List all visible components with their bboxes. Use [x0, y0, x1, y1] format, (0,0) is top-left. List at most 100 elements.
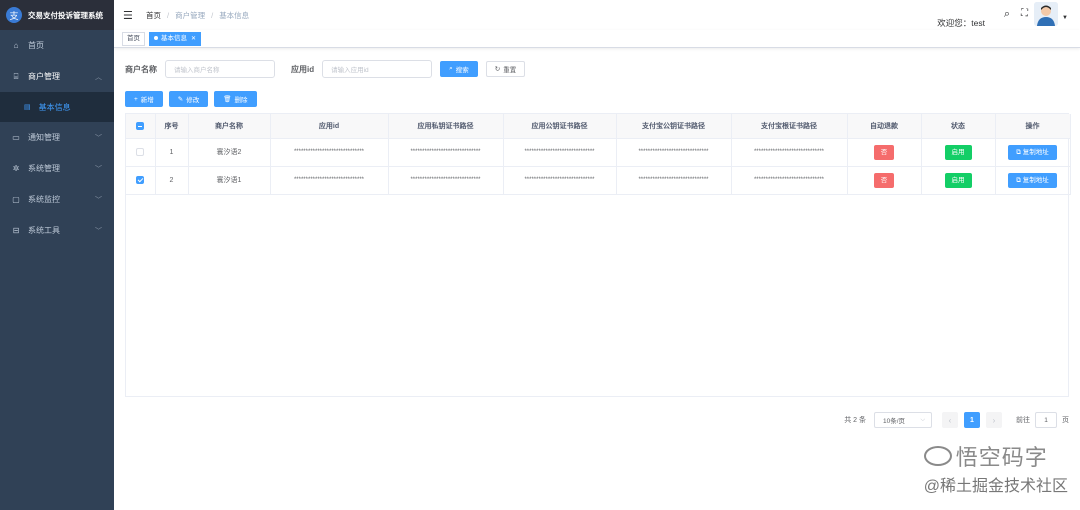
plus-icon: +	[134, 95, 138, 103]
avatar[interactable]	[1034, 2, 1058, 26]
page-number-current[interactable]: 1	[964, 412, 980, 428]
breadcrumb-separator: /	[167, 10, 170, 20]
action-cell: ⧉ 复制地址	[995, 138, 1071, 167]
welcome-text: 欢迎您：test	[937, 18, 985, 28]
sidebar-item-monitor[interactable]: ▢ 系统监控 ﹀	[0, 184, 114, 215]
status-badge[interactable]: 启用	[944, 172, 972, 188]
page-content: 商户名称 请输入商户名称 应用id 请输入应用id ⌕ 搜索 ↻ 重置 + 新增 ✎ 修…	[125, 60, 1071, 428]
chevron-down-icon: ﹀	[95, 227, 102, 235]
add-button[interactable]: + 新增	[125, 91, 163, 107]
appid-cell: ******************************	[270, 138, 389, 167]
breadcrumb-home[interactable]: 首页	[146, 10, 161, 21]
copy-address-button[interactable]: ⧉ 复制地址	[1008, 172, 1057, 188]
watermark-title-row: 悟空码字	[923, 440, 1068, 472]
sidebar-item-label: 基本信息	[38, 102, 71, 112]
alipay-public-cert-cell: ******************************	[616, 166, 732, 195]
app-logo[interactable]: 支 交易支付投诉管理系统	[0, 0, 114, 30]
reset-button[interactable]: ↻ 重置	[485, 61, 526, 77]
alipay-root-cert-cell: ******************************	[731, 166, 848, 195]
delete-button[interactable]: 🗑 删除	[214, 91, 257, 107]
fullscreen-icon[interactable]: ⛶	[1021, 8, 1028, 19]
merchant-icon: ⌸	[13, 71, 19, 81]
sidebar-item-label: 首页	[28, 41, 44, 50]
message-icon: ▭	[12, 133, 20, 142]
table-row[interactable]: 2 寰汐语1 ****************************** **…	[126, 166, 1071, 195]
appid-input[interactable]: 请输入应用id	[322, 60, 433, 78]
merchant-name-label: 商户名称	[125, 64, 157, 74]
breadcrumb: 首页 / 商户管理 / 基本信息	[146, 10, 249, 21]
merchant-name-cell: 寰汐语2	[188, 138, 271, 167]
status-badge[interactable]: 启用	[944, 144, 972, 160]
gear-icon: ✲	[12, 164, 20, 173]
edit-button[interactable]: ✎ 修改	[168, 91, 209, 107]
row-select-cell[interactable]	[126, 166, 156, 195]
tag-home[interactable]: 首页	[122, 31, 145, 46]
sidebar-item-merchant[interactable]: ⌸ 商户管理 ︿	[0, 61, 114, 92]
sidebar-item-label: 通知管理	[28, 133, 60, 142]
status-cell: 启用	[921, 166, 996, 195]
next-page-button[interactable]: ›	[986, 412, 1002, 428]
auto-refund-badge[interactable]: 否	[873, 144, 895, 160]
app-public-cert-cell: ******************************	[503, 138, 617, 167]
search-icon[interactable]: ⌕	[1004, 8, 1010, 21]
copy-address-label: 复制地址	[1022, 148, 1049, 156]
column-header: 支付宝根证书路径	[731, 114, 848, 139]
wechat-logo-icon	[923, 446, 952, 466]
pagination-total: 共 2 条	[844, 417, 866, 424]
monitor-icon: ▢	[12, 195, 20, 204]
app-private-cert-cell: ******************************	[388, 166, 504, 195]
auto-refund-cell: 否	[847, 166, 922, 195]
document-icon: ▤	[24, 104, 31, 111]
prev-page-button[interactable]: ‹	[942, 412, 958, 428]
pagination: 共 2 条 10条/页 ⌵ ‹ 1 › 前往 1 页	[844, 412, 1069, 428]
trash-icon: 🗑	[223, 96, 232, 103]
sidebar-item-basic-info[interactable]: ▤ 基本信息	[0, 92, 114, 122]
auto-refund-badge[interactable]: 否	[873, 172, 895, 188]
caret-down-icon[interactable]: ▼	[1062, 15, 1068, 21]
goto-page-input[interactable]: 1	[1035, 412, 1057, 428]
breadcrumb-current: 基本信息	[219, 10, 250, 20]
select-all-checkbox[interactable]	[136, 121, 145, 130]
sidebar-item-label: 系统监控	[28, 195, 60, 204]
app-public-cert-cell: ******************************	[503, 166, 617, 195]
page-size-value: 10条/页	[883, 418, 906, 425]
row-checkbox[interactable]	[136, 176, 145, 184]
sidebar-item-label: 系统工具	[28, 226, 60, 235]
column-header: 自动退款	[847, 114, 922, 139]
column-header: 序号	[155, 114, 189, 139]
search-button-label: 搜索	[455, 67, 469, 74]
tag-basic-info[interactable]: 基本信息 ✕	[149, 31, 202, 46]
close-icon[interactable]: ✕	[191, 36, 196, 42]
merchant-name-input[interactable]: 请输入商户名称	[165, 60, 275, 78]
app-root: 支 交易支付投诉管理系统 ⌂ 首页 ⌸ 商户管理 ︿ ▤ 基本信息 ▭ 通知管理…	[0, 0, 1080, 510]
table-row[interactable]: 1 寰汐语2 ****************************** **…	[126, 138, 1071, 167]
goto-label: 前往	[1016, 417, 1030, 424]
sidebar-item-home[interactable]: ⌂ 首页	[0, 30, 114, 61]
auto-refund-cell: 否	[847, 138, 922, 167]
edit-button-label: 修改	[186, 97, 200, 104]
sidebar-item-notify[interactable]: ▭ 通知管理 ﹀	[0, 122, 114, 153]
row-checkbox[interactable]	[136, 148, 145, 156]
alipay-public-cert-cell: ******************************	[616, 138, 732, 167]
column-header: 操作	[995, 114, 1071, 139]
index-cell: 1	[155, 138, 189, 167]
hamburger-icon[interactable]: ☰	[123, 9, 135, 22]
copy-address-button[interactable]: ⧉ 复制地址	[1008, 144, 1057, 160]
logo-icon: 支	[6, 7, 22, 23]
action-cell: ⧉ 复制地址	[995, 166, 1071, 195]
search-button[interactable]: ⌕ 搜索	[440, 61, 478, 77]
copy-address-label: 复制地址	[1022, 176, 1049, 184]
appid-label: 应用id	[291, 64, 315, 74]
delete-button-label: 删除	[234, 97, 248, 104]
column-header: 商户名称	[188, 114, 271, 139]
page-jumper: 前往 1 页	[1016, 412, 1069, 428]
navbar: ☰ 首页 / 商户管理 / 基本信息 欢迎您：test ⌕ ⛶ ▼	[114, 0, 1080, 30]
page-size-select[interactable]: 10条/页 ⌵	[874, 412, 932, 428]
row-select-cell[interactable]	[126, 138, 156, 167]
select-all-cell[interactable]	[126, 114, 156, 139]
sidebar-item-system[interactable]: ✲ 系统管理 ﹀	[0, 153, 114, 184]
toolbox-icon: ⊟	[12, 226, 20, 235]
sidebar-item-tools[interactable]: ⊟ 系统工具 ﹀	[0, 215, 114, 246]
watermark-subtitle: @稀土掘金技术社区	[923, 478, 1068, 495]
app-private-cert-cell: ******************************	[388, 138, 504, 167]
